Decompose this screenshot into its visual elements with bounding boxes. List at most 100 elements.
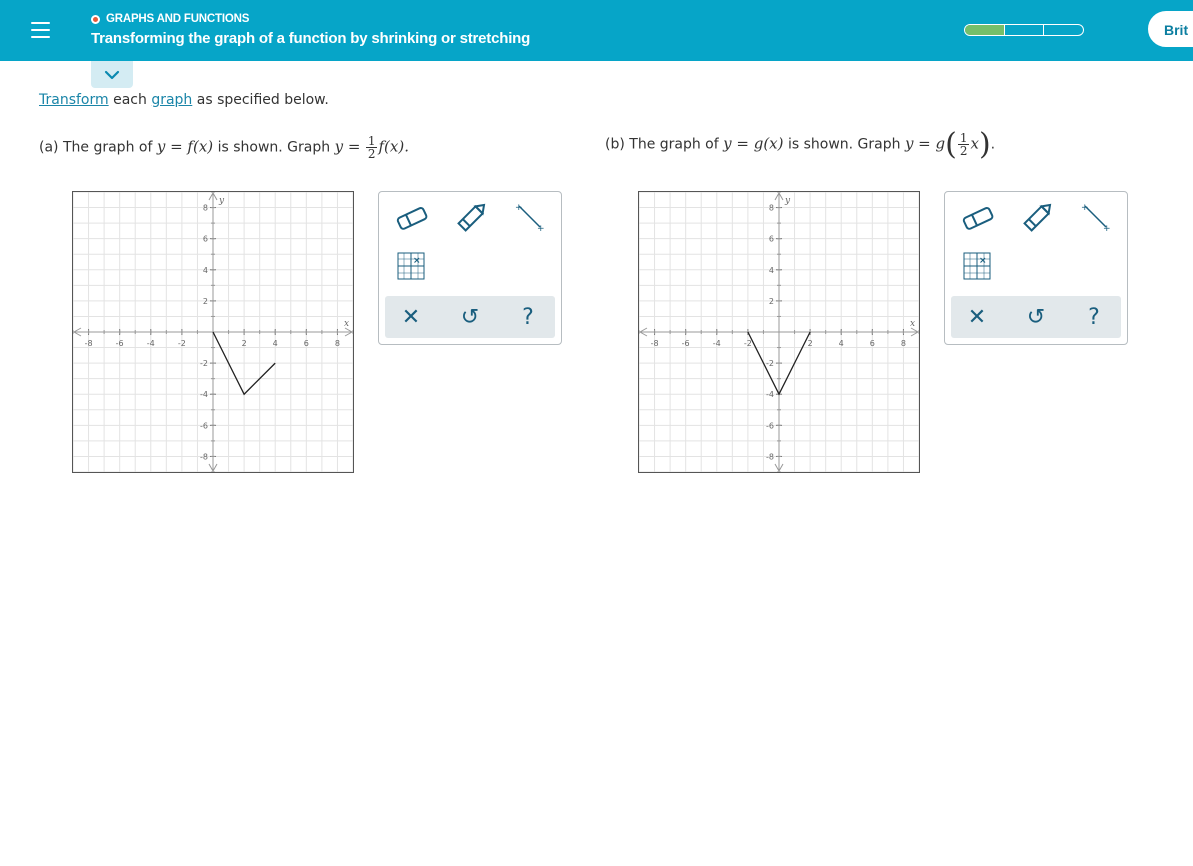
y-axis-label: y bbox=[218, 196, 225, 206]
line-segment-icon[interactable]: + + bbox=[515, 202, 545, 236]
y-tick-label: -8 bbox=[766, 452, 774, 461]
undo-button[interactable]: ↺ bbox=[448, 296, 492, 338]
x-tick-label: 4 bbox=[839, 339, 844, 348]
eraser-icon[interactable] bbox=[395, 206, 431, 234]
instructions: Transform each graph as specified below. bbox=[39, 92, 329, 108]
y-tick-label: 4 bbox=[769, 266, 774, 275]
topic-row: GRAPHS AND FUNCTIONS bbox=[91, 12, 249, 26]
point-grid-icon[interactable]: × bbox=[397, 252, 427, 286]
svg-text:+: + bbox=[515, 203, 523, 213]
x-tick-label: -6 bbox=[116, 339, 124, 348]
x-tick-label: 2 bbox=[808, 339, 813, 348]
coordinate-grid[interactable]: -8 -8 -6 -6 -4 -4 -2 -2 2 2 4 4 6 6 8 8 x y bbox=[73, 192, 353, 472]
paren-close: ) bbox=[978, 127, 991, 162]
x-tick-label: 8 bbox=[335, 339, 340, 348]
fraction-denominator: 2 bbox=[367, 147, 376, 161]
action-bar: ✕ ↺ ? bbox=[951, 296, 1121, 338]
svg-text:+: + bbox=[1081, 203, 1089, 213]
y-tick-label: 4 bbox=[203, 266, 208, 275]
graph-a[interactable]: -8 -8 -6 -6 -4 -4 -2 -2 2 2 4 4 6 6 8 8 x y bbox=[72, 191, 354, 473]
given-function: y = f(x) bbox=[156, 137, 214, 156]
question-text: is shown. Graph bbox=[213, 139, 335, 156]
instructions-text: each bbox=[108, 92, 152, 108]
progress-segment bbox=[965, 25, 1005, 35]
y-tick-label: 8 bbox=[769, 204, 774, 213]
svg-text:+: + bbox=[537, 224, 545, 232]
given-function: y = g(x) bbox=[723, 134, 784, 153]
line-segment-icon[interactable]: + + bbox=[1081, 202, 1111, 236]
y-tick-label: -4 bbox=[200, 390, 208, 399]
point-grid-icon[interactable]: × bbox=[963, 252, 993, 286]
status-dot-icon bbox=[91, 14, 100, 24]
lesson-title: Transforming the graph of a function by … bbox=[91, 30, 531, 47]
y-tick-label: 2 bbox=[769, 297, 774, 306]
x-tick-label: -4 bbox=[713, 339, 721, 348]
svg-text:+: + bbox=[1103, 224, 1111, 232]
graph-b[interactable]: -8 -8 -6 -6 -4 -4 -2 -2 2 2 4 4 6 6 8 8 x y bbox=[638, 191, 920, 473]
eraser-icon[interactable] bbox=[961, 206, 997, 234]
y-tick-label: 6 bbox=[769, 235, 774, 244]
pencil-icon[interactable] bbox=[455, 202, 489, 236]
y-tick-label: -2 bbox=[766, 359, 774, 368]
progress-segment bbox=[1044, 25, 1083, 35]
y-tick-label: -4 bbox=[766, 390, 774, 399]
x-tick-label: 8 bbox=[901, 339, 906, 348]
top-bar: GRAPHS AND FUNCTIONS Transforming the gr… bbox=[0, 0, 1193, 61]
action-bar: ✕ ↺ ? bbox=[385, 296, 555, 338]
menu-button[interactable] bbox=[20, 14, 62, 46]
x-tick-label: 4 bbox=[273, 339, 278, 348]
topic-label: GRAPHS AND FUNCTIONS bbox=[106, 13, 250, 25]
fraction-denominator: 2 bbox=[959, 144, 968, 158]
toolbox-b: + + × ✕ ↺ ? bbox=[944, 191, 1128, 345]
y-axis-label: y bbox=[784, 196, 791, 206]
x-tick-label: -4 bbox=[147, 339, 155, 348]
pencil-icon[interactable] bbox=[1021, 202, 1055, 236]
menu-icon bbox=[31, 22, 50, 24]
question-a: (a) The graph of y = f(x) is shown. Grap… bbox=[39, 135, 409, 160]
y-tick-label: 2 bbox=[203, 297, 208, 306]
x-tick-label: -8 bbox=[651, 339, 659, 348]
x-tick-label: -6 bbox=[682, 339, 690, 348]
fraction: 12 bbox=[957, 132, 970, 158]
instructions-text: as specified below. bbox=[192, 92, 329, 108]
help-button[interactable]: ? bbox=[506, 296, 550, 338]
x-axis-label: x bbox=[910, 319, 915, 329]
target-lhs: y = bbox=[334, 137, 361, 156]
clear-button[interactable]: ✕ bbox=[955, 296, 999, 338]
x-tick-label: 6 bbox=[304, 339, 309, 348]
y-tick-label: -8 bbox=[200, 452, 208, 461]
svg-text:×: × bbox=[413, 256, 421, 266]
part-label: (a) bbox=[39, 139, 59, 156]
brand-button[interactable]: Brit bbox=[1148, 11, 1193, 47]
x-tick-label: 6 bbox=[870, 339, 875, 348]
coordinate-grid[interactable]: -8 -8 -6 -6 -4 -4 -2 -2 2 2 4 4 6 6 8 8 x y bbox=[639, 192, 919, 472]
x-tick-label: -2 bbox=[178, 339, 186, 348]
fraction: 12 bbox=[365, 135, 378, 161]
question-b: (b) The graph of y = g(x) is shown. Grap… bbox=[605, 127, 995, 162]
progress-bar bbox=[964, 24, 1084, 36]
undo-button[interactable]: ↺ bbox=[1014, 296, 1058, 338]
target-lhs: y = g bbox=[904, 134, 946, 153]
y-tick-label: 8 bbox=[203, 204, 208, 213]
menu-icon-bar bbox=[31, 36, 50, 38]
collapse-toggle[interactable] bbox=[91, 61, 133, 88]
graph-link[interactable]: graph bbox=[151, 92, 192, 108]
y-tick-label: -6 bbox=[766, 421, 774, 430]
question-text: . bbox=[990, 136, 996, 153]
x-tick-label: -8 bbox=[85, 339, 93, 348]
y-tick-label: -6 bbox=[200, 421, 208, 430]
paren-open: ( bbox=[945, 127, 957, 162]
chevron-down-icon bbox=[104, 70, 120, 80]
x-axis-label: x bbox=[344, 319, 349, 329]
question-text: The graph of bbox=[62, 139, 157, 156]
x-tick-label: 2 bbox=[242, 339, 247, 348]
toolbox-a: + + × ✕ ↺ ? bbox=[378, 191, 562, 345]
target-rhs: x bbox=[970, 134, 979, 153]
question-text: The graph of bbox=[629, 136, 724, 153]
help-button[interactable]: ? bbox=[1072, 296, 1116, 338]
transform-link[interactable]: Transform bbox=[39, 92, 109, 108]
progress-segment bbox=[1005, 25, 1045, 35]
clear-button[interactable]: ✕ bbox=[389, 296, 433, 338]
svg-text:×: × bbox=[979, 256, 987, 266]
target-rhs: f(x). bbox=[378, 137, 409, 156]
